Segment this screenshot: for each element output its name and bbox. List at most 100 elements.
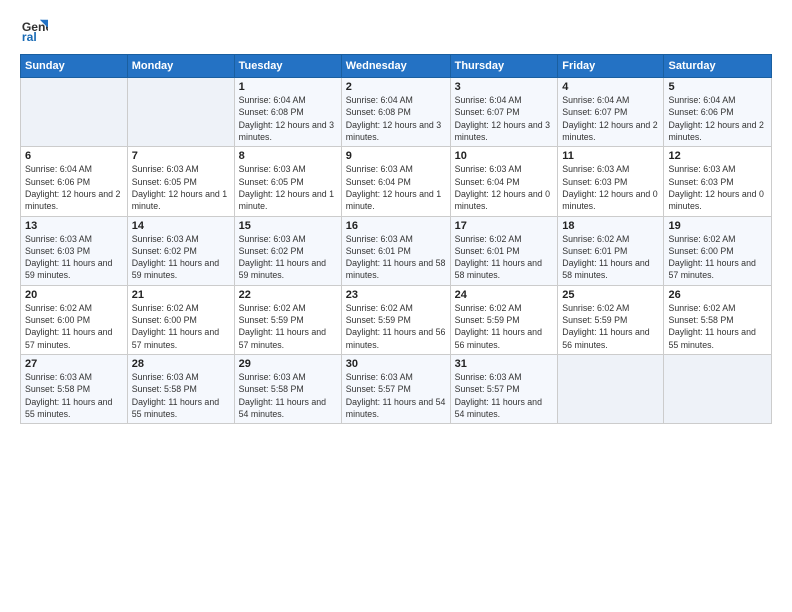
calendar-cell: 7Sunrise: 6:03 AMSunset: 6:05 PMDaylight… xyxy=(127,147,234,216)
day-info: Sunrise: 6:03 AMSunset: 5:57 PMDaylight:… xyxy=(455,371,554,420)
day-info: Sunrise: 6:04 AMSunset: 6:08 PMDaylight:… xyxy=(346,94,446,143)
day-number: 2 xyxy=(346,81,446,93)
day-number: 7 xyxy=(132,150,230,162)
day-number: 27 xyxy=(25,358,123,370)
calendar-cell xyxy=(664,355,772,424)
day-info: Sunrise: 6:04 AMSunset: 6:08 PMDaylight:… xyxy=(239,94,337,143)
day-number: 24 xyxy=(455,289,554,301)
calendar-cell: 14Sunrise: 6:03 AMSunset: 6:02 PMDayligh… xyxy=(127,216,234,285)
calendar-cell: 3Sunrise: 6:04 AMSunset: 6:07 PMDaylight… xyxy=(450,78,558,147)
day-info: Sunrise: 6:03 AMSunset: 5:58 PMDaylight:… xyxy=(132,371,230,420)
day-info: Sunrise: 6:03 AMSunset: 6:04 PMDaylight:… xyxy=(346,163,446,212)
day-number: 14 xyxy=(132,220,230,232)
day-number: 10 xyxy=(455,150,554,162)
day-number: 31 xyxy=(455,358,554,370)
header: Gene ral xyxy=(20,16,772,44)
calendar-cell: 26Sunrise: 6:02 AMSunset: 5:58 PMDayligh… xyxy=(664,285,772,354)
calendar-cell: 23Sunrise: 6:02 AMSunset: 5:59 PMDayligh… xyxy=(341,285,450,354)
calendar-cell: 15Sunrise: 6:03 AMSunset: 6:02 PMDayligh… xyxy=(234,216,341,285)
day-info: Sunrise: 6:03 AMSunset: 6:05 PMDaylight:… xyxy=(239,163,337,212)
calendar-cell: 16Sunrise: 6:03 AMSunset: 6:01 PMDayligh… xyxy=(341,216,450,285)
day-number: 8 xyxy=(239,150,337,162)
calendar-cell: 24Sunrise: 6:02 AMSunset: 5:59 PMDayligh… xyxy=(450,285,558,354)
day-number: 6 xyxy=(25,150,123,162)
day-number: 21 xyxy=(132,289,230,301)
calendar-table: SundayMondayTuesdayWednesdayThursdayFrid… xyxy=(20,54,772,424)
day-info: Sunrise: 6:02 AMSunset: 5:58 PMDaylight:… xyxy=(668,302,767,351)
day-info: Sunrise: 6:03 AMSunset: 5:57 PMDaylight:… xyxy=(346,371,446,420)
calendar-body: 1Sunrise: 6:04 AMSunset: 6:08 PMDaylight… xyxy=(21,78,772,424)
day-info: Sunrise: 6:02 AMSunset: 5:59 PMDaylight:… xyxy=(346,302,446,351)
day-number: 18 xyxy=(562,220,659,232)
weekday-tuesday: Tuesday xyxy=(234,55,341,78)
day-number: 25 xyxy=(562,289,659,301)
calendar-cell: 4Sunrise: 6:04 AMSunset: 6:07 PMDaylight… xyxy=(558,78,664,147)
day-info: Sunrise: 6:04 AMSunset: 6:07 PMDaylight:… xyxy=(455,94,554,143)
calendar-cell: 5Sunrise: 6:04 AMSunset: 6:06 PMDaylight… xyxy=(664,78,772,147)
day-number: 20 xyxy=(25,289,123,301)
day-number: 26 xyxy=(668,289,767,301)
calendar-cell: 22Sunrise: 6:02 AMSunset: 5:59 PMDayligh… xyxy=(234,285,341,354)
day-number: 9 xyxy=(346,150,446,162)
day-number: 11 xyxy=(562,150,659,162)
day-info: Sunrise: 6:03 AMSunset: 6:02 PMDaylight:… xyxy=(239,233,337,282)
calendar-cell: 17Sunrise: 6:02 AMSunset: 6:01 PMDayligh… xyxy=(450,216,558,285)
week-row-2: 6Sunrise: 6:04 AMSunset: 6:06 PMDaylight… xyxy=(21,147,772,216)
day-number: 16 xyxy=(346,220,446,232)
day-info: Sunrise: 6:03 AMSunset: 6:03 PMDaylight:… xyxy=(668,163,767,212)
day-info: Sunrise: 6:02 AMSunset: 6:00 PMDaylight:… xyxy=(668,233,767,282)
day-number: 15 xyxy=(239,220,337,232)
calendar-cell: 11Sunrise: 6:03 AMSunset: 6:03 PMDayligh… xyxy=(558,147,664,216)
day-info: Sunrise: 6:03 AMSunset: 5:58 PMDaylight:… xyxy=(239,371,337,420)
day-number: 17 xyxy=(455,220,554,232)
day-info: Sunrise: 6:02 AMSunset: 6:01 PMDaylight:… xyxy=(562,233,659,282)
day-number: 3 xyxy=(455,81,554,93)
weekday-sunday: Sunday xyxy=(21,55,128,78)
weekday-header-row: SundayMondayTuesdayWednesdayThursdayFrid… xyxy=(21,55,772,78)
day-info: Sunrise: 6:03 AMSunset: 6:02 PMDaylight:… xyxy=(132,233,230,282)
day-info: Sunrise: 6:04 AMSunset: 6:07 PMDaylight:… xyxy=(562,94,659,143)
day-number: 1 xyxy=(239,81,337,93)
day-info: Sunrise: 6:02 AMSunset: 5:59 PMDaylight:… xyxy=(562,302,659,351)
day-number: 19 xyxy=(668,220,767,232)
weekday-saturday: Saturday xyxy=(664,55,772,78)
calendar-cell: 6Sunrise: 6:04 AMSunset: 6:06 PMDaylight… xyxy=(21,147,128,216)
calendar-cell: 28Sunrise: 6:03 AMSunset: 5:58 PMDayligh… xyxy=(127,355,234,424)
calendar-cell: 10Sunrise: 6:03 AMSunset: 6:04 PMDayligh… xyxy=(450,147,558,216)
day-info: Sunrise: 6:03 AMSunset: 6:01 PMDaylight:… xyxy=(346,233,446,282)
day-info: Sunrise: 6:02 AMSunset: 6:00 PMDaylight:… xyxy=(25,302,123,351)
logo-icon: Gene ral xyxy=(20,16,48,44)
day-info: Sunrise: 6:02 AMSunset: 6:00 PMDaylight:… xyxy=(132,302,230,351)
calendar-cell: 13Sunrise: 6:03 AMSunset: 6:03 PMDayligh… xyxy=(21,216,128,285)
weekday-monday: Monday xyxy=(127,55,234,78)
calendar-cell: 25Sunrise: 6:02 AMSunset: 5:59 PMDayligh… xyxy=(558,285,664,354)
day-number: 13 xyxy=(25,220,123,232)
calendar-cell xyxy=(127,78,234,147)
calendar-cell: 19Sunrise: 6:02 AMSunset: 6:00 PMDayligh… xyxy=(664,216,772,285)
svg-text:ral: ral xyxy=(22,30,37,44)
weekday-friday: Friday xyxy=(558,55,664,78)
day-info: Sunrise: 6:04 AMSunset: 6:06 PMDaylight:… xyxy=(25,163,123,212)
calendar-cell: 18Sunrise: 6:02 AMSunset: 6:01 PMDayligh… xyxy=(558,216,664,285)
calendar-cell: 20Sunrise: 6:02 AMSunset: 6:00 PMDayligh… xyxy=(21,285,128,354)
weekday-wednesday: Wednesday xyxy=(341,55,450,78)
calendar-cell: 12Sunrise: 6:03 AMSunset: 6:03 PMDayligh… xyxy=(664,147,772,216)
calendar-cell: 8Sunrise: 6:03 AMSunset: 6:05 PMDaylight… xyxy=(234,147,341,216)
day-info: Sunrise: 6:03 AMSunset: 6:04 PMDaylight:… xyxy=(455,163,554,212)
day-info: Sunrise: 6:02 AMSunset: 6:01 PMDaylight:… xyxy=(455,233,554,282)
calendar-cell: 31Sunrise: 6:03 AMSunset: 5:57 PMDayligh… xyxy=(450,355,558,424)
day-info: Sunrise: 6:03 AMSunset: 6:05 PMDaylight:… xyxy=(132,163,230,212)
day-info: Sunrise: 6:04 AMSunset: 6:06 PMDaylight:… xyxy=(668,94,767,143)
day-info: Sunrise: 6:02 AMSunset: 5:59 PMDaylight:… xyxy=(455,302,554,351)
week-row-4: 20Sunrise: 6:02 AMSunset: 6:00 PMDayligh… xyxy=(21,285,772,354)
day-info: Sunrise: 6:02 AMSunset: 5:59 PMDaylight:… xyxy=(239,302,337,351)
day-number: 4 xyxy=(562,81,659,93)
calendar-page: Gene ral SundayMondayTuesdayWednesdayThu… xyxy=(0,0,792,612)
calendar-cell: 9Sunrise: 6:03 AMSunset: 6:04 PMDaylight… xyxy=(341,147,450,216)
day-number: 5 xyxy=(668,81,767,93)
calendar-cell: 27Sunrise: 6:03 AMSunset: 5:58 PMDayligh… xyxy=(21,355,128,424)
calendar-cell xyxy=(558,355,664,424)
calendar-cell: 21Sunrise: 6:02 AMSunset: 6:00 PMDayligh… xyxy=(127,285,234,354)
calendar-cell: 1Sunrise: 6:04 AMSunset: 6:08 PMDaylight… xyxy=(234,78,341,147)
calendar-cell: 30Sunrise: 6:03 AMSunset: 5:57 PMDayligh… xyxy=(341,355,450,424)
